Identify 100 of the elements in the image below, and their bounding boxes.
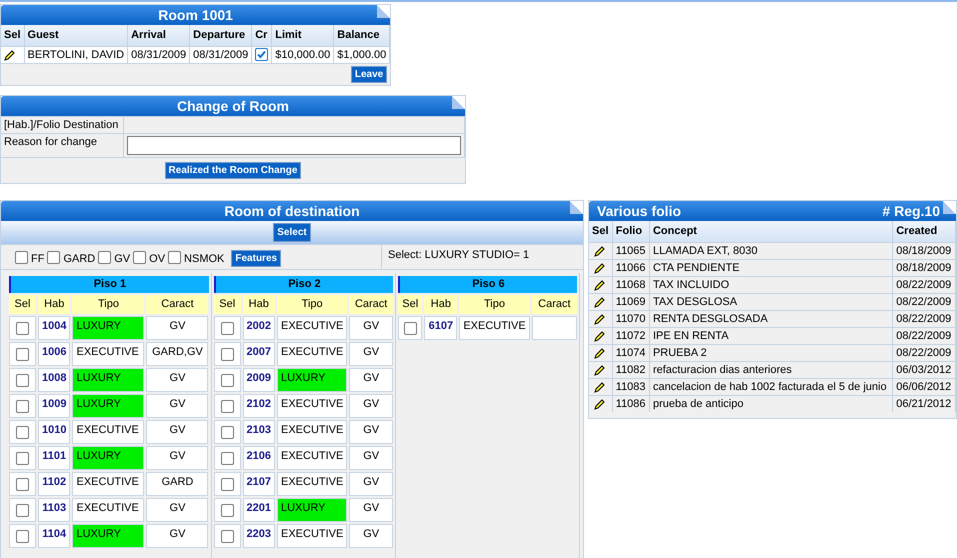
pencil-icon[interactable] <box>594 296 606 308</box>
room-number: 1104 <box>38 524 70 548</box>
room-checkbox[interactable] <box>16 530 29 542</box>
corner-fold-icon <box>943 201 956 214</box>
column-header: Created <box>893 221 956 242</box>
room-checkbox[interactable] <box>16 452 29 464</box>
room-features: GV <box>146 446 208 470</box>
room-type: LUXURY <box>73 368 144 390</box>
room-number: 2203 <box>242 524 275 548</box>
room-checkbox[interactable] <box>220 504 234 516</box>
table-cell: 08/18/2009 <box>893 242 956 258</box>
column-header: Hab <box>424 295 458 314</box>
filter-checkbox[interactable] <box>98 250 112 264</box>
pencil-icon[interactable] <box>594 346 606 359</box>
room-features: GV <box>349 342 393 366</box>
table-cell: 08/31/2009 <box>190 46 252 62</box>
pencil-icon[interactable] <box>594 380 606 393</box>
floor-header: Piso 6 <box>398 276 578 293</box>
filter-label: GV <box>114 252 130 267</box>
room-features: GV <box>146 368 208 392</box>
pencil-icon[interactable] <box>594 330 606 342</box>
column-header: Hab <box>242 295 275 314</box>
table-cell: TAX INCLUIDO <box>650 276 894 292</box>
pencil-icon[interactable] <box>594 364 606 376</box>
reason-input-field[interactable] <box>127 136 461 155</box>
column-header: Balance <box>334 25 390 46</box>
room-checkbox[interactable] <box>16 400 29 412</box>
room-number: 1008 <box>38 368 70 392</box>
table-cell: 11074 <box>612 344 650 360</box>
room-checkbox[interactable] <box>220 374 234 386</box>
room-checkbox[interactable] <box>16 504 29 516</box>
filter-checkbox[interactable] <box>15 250 28 264</box>
table-cell: TAX DESGLOSA <box>650 292 894 310</box>
room-number: 2007 <box>242 342 275 366</box>
pencil-icon[interactable] <box>594 398 606 410</box>
room-number: 2106 <box>242 446 275 470</box>
room-number: 2107 <box>242 472 275 496</box>
room-type: LUXURY <box>73 524 144 546</box>
table-cell: $10,000.00 <box>272 46 334 62</box>
table-cell: 08/18/2009 <box>893 258 956 276</box>
room-checkbox[interactable] <box>220 426 234 438</box>
column-header: Tipo <box>277 295 348 314</box>
room-checkbox[interactable] <box>220 400 234 412</box>
room-features: GV <box>146 420 208 444</box>
pencil-icon[interactable] <box>594 244 606 257</box>
room-checkbox[interactable] <box>16 426 29 438</box>
room-type: LUXURY <box>73 394 144 416</box>
room-checkbox[interactable] <box>16 322 29 334</box>
pencil-icon[interactable] <box>594 312 606 325</box>
room-checkbox[interactable] <box>220 530 234 542</box>
room-number: 1010 <box>38 420 70 444</box>
room-features: GV <box>349 446 393 470</box>
pencil-icon[interactable] <box>594 278 606 291</box>
room-number: 1103 <box>38 498 70 522</box>
select-button[interactable]: Select <box>273 223 311 242</box>
room-features: GV <box>146 524 208 548</box>
column-header: Hab <box>38 295 70 314</box>
pencil-icon[interactable] <box>4 48 16 61</box>
room-checkbox[interactable] <box>404 322 417 334</box>
room-features: GV <box>349 498 393 522</box>
room-change-button[interactable]: Realized the Room Change <box>164 162 302 179</box>
room-type: LUXURY <box>73 446 144 468</box>
leave-button[interactable]: Leave <box>350 66 388 82</box>
column-header: Sel <box>9 295 36 314</box>
filter-checkbox[interactable] <box>47 250 60 264</box>
room-features: GV <box>349 368 393 392</box>
table-cell: 11070 <box>612 310 650 326</box>
table-cell: refacturacion dias anteriores <box>650 360 894 378</box>
filter-checkbox[interactable] <box>133 250 146 264</box>
room-checkbox[interactable] <box>220 322 234 334</box>
pencil-icon[interactable] <box>594 262 606 274</box>
table-cell: $1,000.00 <box>334 46 390 62</box>
column-header: Tipo <box>72 295 144 314</box>
features-button[interactable]: Features <box>231 250 282 267</box>
room-type: LUXURY <box>278 368 346 390</box>
column-header: Sel <box>398 295 422 314</box>
room-checkbox[interactable] <box>16 478 29 490</box>
credit-checkbox[interactable] <box>255 48 268 62</box>
table-cell: 11066 <box>612 258 650 276</box>
table-cell: 11068 <box>612 276 650 292</box>
room-checkbox[interactable] <box>220 452 234 464</box>
room-checkbox[interactable] <box>16 374 29 386</box>
room-features: GV <box>146 316 208 340</box>
column-header: Sel <box>589 221 613 242</box>
room-checkbox[interactable] <box>220 348 234 360</box>
column-header: Caract <box>349 295 393 314</box>
table-cell: 11082 <box>612 360 650 378</box>
table-cell: 11072 <box>612 326 650 344</box>
filter-checkbox[interactable] <box>168 250 182 264</box>
room-number: 2009 <box>242 368 275 392</box>
table-cell: BERTOLINI, DAVID <box>24 46 128 62</box>
room-checkbox[interactable] <box>220 478 234 490</box>
room-checkbox[interactable] <box>16 348 29 360</box>
filter-label: OV <box>149 252 166 267</box>
table-cell: 11086 <box>612 394 650 412</box>
room-number: 2102 <box>242 394 275 418</box>
room-type: LUXURY <box>278 498 346 520</box>
table-cell: 08/22/2009 <box>893 276 956 292</box>
column-header: Tipo <box>459 295 530 314</box>
column-header: Caract <box>146 295 208 314</box>
